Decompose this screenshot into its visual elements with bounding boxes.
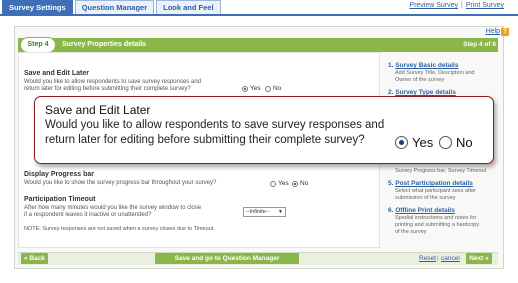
timeout-title: Participation Timeout: [24, 196, 96, 203]
callout-desc: Would you like to allow respondents to s…: [45, 118, 385, 148]
sidebar-item-number: 6.: [388, 207, 394, 214]
timeout-select-value: --Infinite--: [246, 209, 270, 215]
callout-no-label: No: [456, 135, 473, 150]
tab-question-manager[interactable]: Question Manager: [74, 0, 155, 14]
tab-bar: Survey Settings Question Manager Look an…: [2, 0, 223, 14]
sidebar-item-offline-print[interactable]: 6. Offline Print details Spedial instruc…: [388, 207, 500, 236]
save-edit-yes-label: Yes: [250, 85, 261, 92]
reset-link[interactable]: Reset: [419, 255, 436, 262]
sidebar-item-basic-details[interactable]: 1. Survey Basic details Add Survey Title…: [388, 62, 500, 84]
callout-desc-2: return later for editing before submitti…: [45, 134, 365, 146]
radio-unselected-icon[interactable]: [439, 136, 452, 149]
tab-underline: [0, 14, 518, 16]
help-icon[interactable]: ?: [501, 28, 509, 36]
sidebar-item-number: 2.: [388, 89, 394, 96]
sidebar-item-desc-1: Select what participant sees after: [395, 188, 477, 194]
back-button[interactable]: « Back: [21, 253, 48, 264]
print-survey-link[interactable]: Print Survey: [466, 2, 504, 9]
timeout-note: NOTE: Survey responses are not saved whe…: [24, 226, 215, 232]
tab-survey-settings[interactable]: Survey Settings: [2, 0, 73, 14]
progress-yes-option[interactable]: Yes: [270, 180, 289, 187]
sidebar-item-desc-2: Owner of the survey: [395, 77, 445, 83]
progress-no-label: No: [300, 180, 309, 187]
radio-unselected-icon[interactable]: [270, 180, 276, 187]
sidebar-item-number: 1.: [388, 62, 394, 69]
step-badge: Step 4: [20, 37, 56, 53]
sidebar-item-label[interactable]: Offline Print details: [395, 207, 455, 214]
sidebar-item-desc-1: Add Survey Title, Desciption and: [395, 70, 475, 76]
callout-yes-option[interactable]: Yes: [395, 135, 433, 150]
sidebar-item-label[interactable]: Survey Type details: [395, 89, 456, 96]
sidebar-item-properties-desc: Survey Progress bar, Survey Timeout: [395, 167, 507, 175]
callout-title: Save and Edit Later: [45, 103, 151, 117]
sidebar-item-desc-3: of the survey: [395, 229, 427, 235]
bottom-separator: |: [437, 255, 439, 262]
sidebar-item-post-participation[interactable]: 5. Post Participation details Select wha…: [388, 180, 500, 202]
radio-unselected-icon[interactable]: [265, 85, 271, 92]
help-link[interactable]: Help: [486, 28, 500, 35]
sidebar-item-desc-2: printing and submitting a hardcopy: [395, 222, 480, 228]
cancel-link[interactable]: cancel: [441, 255, 460, 262]
save-edit-no-label: No: [273, 85, 282, 92]
tab-look-and-feel[interactable]: Look and Feel: [156, 0, 221, 14]
chevron-down-icon[interactable]: ▼: [278, 208, 283, 216]
sidebar-item-number: 5.: [388, 180, 394, 187]
sidebar-item-desc-1: Spedial instructions and notes for: [395, 215, 477, 221]
preview-survey-link[interactable]: Preview Survey: [409, 2, 458, 9]
radio-selected-icon[interactable]: [395, 136, 408, 149]
progress-desc: Would you like to show the survey progre…: [24, 180, 217, 186]
sidebar-item-desc-2: submission of the survey: [395, 195, 456, 201]
sidebar-item-desc-1: Survey Progress bar, Survey Timeout: [395, 168, 487, 174]
top-links-separator: |: [461, 2, 463, 9]
callout-yes-label: Yes: [412, 135, 434, 150]
next-button[interactable]: Next »: [466, 253, 492, 264]
progress-yes-label: Yes: [278, 180, 289, 187]
radio-selected-icon[interactable]: [292, 180, 298, 187]
save-and-go-button[interactable]: Save and go to Question Manager: [155, 253, 299, 264]
sidebar-item-type-details[interactable]: 2. Survey Type details: [388, 89, 500, 96]
callout-desc-1: Would you like to allow respondents to s…: [45, 119, 385, 131]
timeout-select[interactable]: --Infinite-- ▼: [243, 207, 286, 217]
zoom-callout: Save and Edit Later Would you like to al…: [34, 96, 494, 164]
callout-no-option[interactable]: No: [439, 135, 473, 150]
timeout-desc-2: if a respondent leaves it inactive or un…: [24, 212, 152, 218]
progress-no-option[interactable]: No: [292, 180, 308, 187]
sidebar-item-label[interactable]: Survey Basic details: [395, 62, 458, 69]
progress-title: Display Progress bar: [24, 171, 95, 178]
top-links: Preview Survey | Print Survey: [409, 2, 504, 9]
radio-selected-icon[interactable]: [242, 85, 248, 92]
save-edit-no-option[interactable]: No: [265, 85, 281, 92]
save-edit-yes-option[interactable]: Yes: [242, 85, 261, 92]
save-edit-title: Save and Edit Later: [24, 70, 89, 77]
sidebar-item-label[interactable]: Post Participation details: [395, 180, 473, 187]
step-counter: Step 4 of 6: [463, 41, 496, 48]
step-title: Survey Properties details: [62, 41, 147, 48]
save-edit-desc-2: return later for editing before submitti…: [24, 86, 191, 92]
